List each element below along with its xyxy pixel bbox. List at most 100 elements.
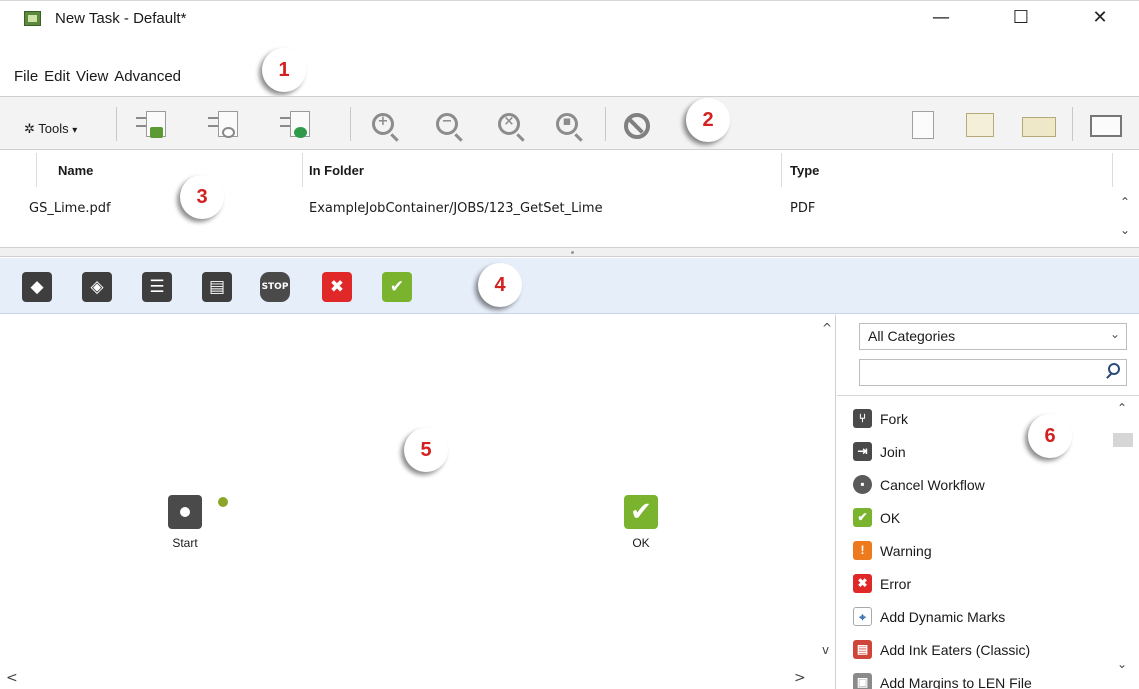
warning-icon: ! bbox=[853, 541, 872, 560]
list-item[interactable]: ⌖ Add Dynamic Marks bbox=[853, 600, 1115, 633]
tools-label: Tools bbox=[38, 121, 69, 136]
callout-badge-6: 6 bbox=[1028, 414, 1072, 458]
maximize-button[interactable]: ☐ bbox=[998, 4, 1044, 32]
canvas-horizontal-scrollbar[interactable]: < > bbox=[0, 670, 836, 689]
tag-select-icon[interactable]: ◈ bbox=[82, 272, 112, 302]
ok-node[interactable]: ✔ OK bbox=[616, 495, 666, 550]
callout-badge-2: 2 bbox=[686, 98, 730, 142]
stop-icon: ▪ bbox=[853, 475, 872, 494]
menu-file[interactable]: File bbox=[14, 68, 38, 85]
tag-icon[interactable]: ◆ bbox=[22, 272, 52, 302]
app-icon bbox=[24, 11, 41, 26]
zoom-out-icon[interactable]: − bbox=[436, 113, 458, 135]
error-icon[interactable]: ✖ bbox=[322, 272, 352, 302]
step-list: ⑂ Fork ⇥ Join ▪ Cancel Workflow ✔ OK ! Warnin… bbox=[853, 402, 1115, 689]
title-bar: New Task - Default* — ☐ ✕ bbox=[0, 0, 1139, 32]
list-item[interactable]: ⇥ Join bbox=[853, 435, 1115, 468]
scroll-left-arrow[interactable]: < bbox=[6, 670, 18, 686]
scroll-right-arrow[interactable]: > bbox=[794, 670, 806, 686]
step-label: Add Dynamic Marks bbox=[880, 608, 1006, 625]
ok-icon[interactable]: ✔ bbox=[382, 272, 412, 302]
list-item[interactable]: ⑂ Fork bbox=[853, 402, 1115, 435]
column-separator bbox=[36, 153, 37, 187]
page-icon[interactable] bbox=[912, 111, 934, 139]
step-label: Add Ink Eaters (Classic) bbox=[880, 641, 1031, 658]
chevron-down-icon: ▾ bbox=[72, 125, 78, 136]
file-table: Name In Folder Type GS_Lime.pdf ExampleJ… bbox=[0, 151, 1139, 247]
add-files-icon[interactable] bbox=[136, 111, 166, 141]
callout-badge-1: 1 bbox=[262, 48, 306, 92]
scrollbar-thumb[interactable] bbox=[1113, 433, 1133, 447]
step-label: Fork bbox=[880, 410, 908, 427]
step-label: Warning bbox=[880, 542, 932, 559]
column-header-name[interactable]: Name bbox=[58, 163, 93, 178]
list-item[interactable]: ! Warning bbox=[853, 534, 1115, 567]
step-label: Add Margins to LEN File bbox=[880, 674, 1032, 689]
step-label: Join bbox=[880, 443, 906, 460]
steps-panel: All Categories ⌄ ⑂ Fork ⇥ Join ▪ Cancel Wor… bbox=[837, 315, 1139, 689]
checkpoint-bar: ◆ ◈ ☰ ▤ STOP ✖ ✔ bbox=[0, 258, 1139, 314]
step-list-scrollbar[interactable]: ⌃ ⌄ bbox=[1113, 395, 1133, 689]
workflow-canvas[interactable]: Start ✔ OK bbox=[0, 315, 836, 689]
list-icon[interactable]: ☰ bbox=[142, 272, 172, 302]
search-icon[interactable] bbox=[1108, 363, 1120, 375]
launch-file-icon[interactable] bbox=[280, 111, 310, 141]
scroll-up-arrow[interactable]: ⌃ bbox=[1120, 195, 1130, 209]
zoom-in-icon[interactable]: + bbox=[372, 113, 394, 135]
start-node[interactable]: Start bbox=[160, 495, 210, 550]
zoom-reset-icon[interactable]: × bbox=[498, 113, 520, 135]
list-item[interactable]: ▤ Add Ink Eaters (Classic) bbox=[853, 633, 1115, 666]
join-icon: ⇥ bbox=[853, 442, 872, 461]
dynamic-marks-icon: ⌖ bbox=[853, 607, 872, 626]
zoom-fit-icon[interactable]: ▪ bbox=[556, 113, 578, 135]
scroll-up-arrow[interactable]: ^ bbox=[822, 321, 832, 335]
splitter[interactable] bbox=[0, 247, 1139, 257]
canvas-vertical-scrollbar[interactable]: ^ v bbox=[818, 315, 836, 675]
search-input[interactable] bbox=[859, 359, 1127, 386]
stop-icon[interactable]: STOP bbox=[260, 272, 290, 302]
scroll-up-arrow[interactable]: ⌃ bbox=[1117, 401, 1127, 415]
callout-badge-3: 3 bbox=[180, 175, 224, 219]
scroll-down-arrow[interactable]: v bbox=[822, 643, 829, 657]
list-item[interactable]: ▣ Add Margins to LEN File bbox=[853, 666, 1115, 689]
tools-button[interactable]: ✲ Tools ▾ bbox=[24, 121, 77, 137]
step-label: Error bbox=[880, 575, 912, 592]
step-label: Cancel Workflow bbox=[880, 476, 985, 493]
fork-icon: ⑂ bbox=[853, 409, 872, 428]
toolbar-separator bbox=[1072, 107, 1073, 141]
ok-node-label: OK bbox=[632, 536, 650, 550]
cancel-icon[interactable] bbox=[624, 113, 650, 139]
column-separator bbox=[781, 153, 782, 187]
category-select[interactable]: All Categories ⌄ bbox=[859, 323, 1127, 350]
menu-bar: File Edit View Advanced bbox=[0, 66, 181, 92]
menu-view[interactable]: View bbox=[76, 68, 108, 85]
panel-icon[interactable] bbox=[1090, 115, 1122, 137]
ok-icon: ✔ bbox=[853, 508, 872, 527]
scroll-down-arrow[interactable]: ⌄ bbox=[1120, 223, 1130, 237]
panel-divider bbox=[837, 395, 1139, 396]
connector-port[interactable] bbox=[218, 497, 228, 507]
minimize-button[interactable]: — bbox=[918, 4, 964, 32]
list-item[interactable]: ▪ Cancel Workflow bbox=[853, 468, 1115, 501]
view-file-icon[interactable] bbox=[208, 111, 238, 141]
step-label: OK bbox=[880, 509, 901, 526]
menu-advanced[interactable]: Advanced bbox=[114, 68, 181, 85]
list-item[interactable]: ✔ OK bbox=[853, 501, 1115, 534]
ink-eaters-icon: ▤ bbox=[853, 640, 872, 659]
toolbar-separator bbox=[605, 107, 606, 141]
layout-icon[interactable] bbox=[1022, 117, 1056, 137]
start-node-icon bbox=[168, 495, 202, 529]
gear-icon: ✲ bbox=[24, 121, 35, 136]
ok-node-icon: ✔ bbox=[624, 495, 658, 529]
sheet-icon[interactable] bbox=[966, 113, 994, 137]
toolbar: ✲ Tools ▾ + − × ▪ bbox=[0, 96, 1139, 150]
columns-icon[interactable]: ▤ bbox=[202, 272, 232, 302]
column-header-folder[interactable]: In Folder bbox=[309, 163, 364, 178]
close-button[interactable]: ✕ bbox=[1077, 4, 1123, 32]
category-select-value: All Categories bbox=[868, 328, 956, 344]
menu-edit[interactable]: Edit bbox=[44, 68, 70, 85]
list-item[interactable]: ✖ Error bbox=[853, 567, 1115, 600]
scroll-down-arrow[interactable]: ⌄ bbox=[1117, 657, 1127, 671]
cell-folder: ExampleJobContainer/JOBS/123_GetSet_Lime bbox=[309, 201, 603, 216]
column-header-type[interactable]: Type bbox=[790, 163, 819, 178]
